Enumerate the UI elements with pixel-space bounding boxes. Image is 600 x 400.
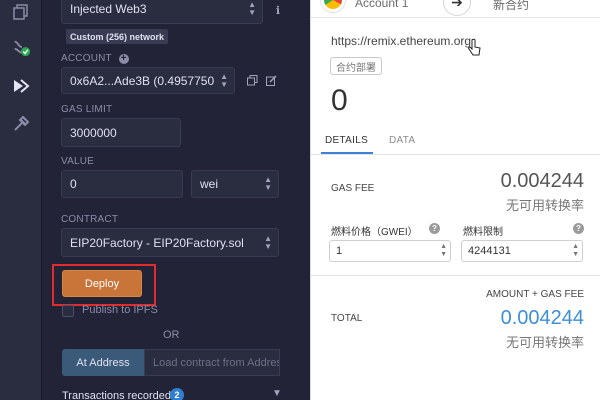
chevron-updown-icon: ▲ ▼ <box>248 0 256 17</box>
publish-ipfs-label: Publish to IPFS <box>82 304 158 316</box>
amount-gas-fee-label: AMOUNT + GAS FEE <box>486 289 584 300</box>
load-contract-address-input[interactable]: Load contract from Address <box>144 349 280 376</box>
stepper-icon[interactable]: ▲ ▼ <box>440 243 447 259</box>
help-icon[interactable]: ? <box>429 223 440 234</box>
contract-deploy-tag: 合约部署 <box>330 57 382 75</box>
deploy-run-icon[interactable] <box>11 76 31 96</box>
chevron-updown-icon: ▲ ▼ <box>220 71 228 89</box>
environment-select[interactable]: Injected Web3 ▲ ▼ <box>61 0 263 24</box>
value-unit-select[interactable]: wei ▲ ▼ <box>191 170 279 198</box>
icon-rail <box>0 0 42 400</box>
contract-select[interactable]: EIP20Factory - EIP20Factory.sol ▲ ▼ <box>61 228 279 257</box>
gas-limit-input[interactable]: 3000000 <box>61 118 181 147</box>
environment-value: Injected Web3 <box>70 2 147 16</box>
at-address-button[interactable]: At Address <box>62 349 144 376</box>
edit-icon[interactable] <box>264 73 278 87</box>
account-avatar-icon <box>321 0 345 12</box>
account-value: 0x6A2...Ade3B (0.4957750 <box>70 73 215 88</box>
file-explorer-icon[interactable] <box>11 2 31 22</box>
deploy-button[interactable]: Deploy <box>62 270 142 297</box>
total-conversion: 无可用转换率 <box>505 335 584 350</box>
debug-plugin-icon[interactable] <box>11 114 31 134</box>
add-account-icon[interactable]: + <box>118 54 129 64</box>
value-input[interactable]: 0 <box>61 170 183 198</box>
account-name: Account 1 <box>355 0 409 10</box>
gas-price-value: 1 <box>336 245 343 257</box>
arrow-right-icon: ➔ <box>443 0 471 16</box>
or-separator: OR <box>163 329 180 341</box>
transactions-count-badge: 2 <box>170 388 184 400</box>
gas-limit-input[interactable]: 4244131 ▲ ▼ <box>461 240 583 262</box>
gas-limit-label: 燃料限制 <box>463 227 503 238</box>
deploy-run-panel: Injected Web3 ▲ ▼ ℹ Custom (256) network … <box>42 0 310 400</box>
gas-fee-conversion: 无可用转换率 <box>505 198 584 213</box>
details-data-tabs: DETAILS DATA <box>311 127 600 155</box>
chevron-updown-icon: ▲ ▼ <box>264 233 272 251</box>
contract-label: CONTRACT <box>61 214 119 225</box>
total-label: TOTAL <box>331 313 363 324</box>
value-unit: wei <box>200 177 219 191</box>
metamask-confirm-popup: Account 1 ➔ 新合约 https://remix.ethereum.o… <box>310 0 600 400</box>
help-icon[interactable]: ? <box>573 223 584 234</box>
total-value: 0.004244 <box>500 307 584 329</box>
metamask-header: Account 1 ➔ 新合约 <box>311 0 600 18</box>
transaction-amount: 0 <box>331 84 348 117</box>
gas-price-label: 燃料价格（GWEI） <box>331 227 418 238</box>
origin-url: https://remix.ethereum.org <box>331 34 472 48</box>
gas-limit-label: GAS LIMIT <box>61 104 113 115</box>
gas-fee-value: 0.004244 <box>500 170 584 192</box>
contract-value: EIP20Factory - EIP20Factory.sol <box>70 235 244 250</box>
copy-icon[interactable] <box>245 73 259 87</box>
stepper-icon[interactable]: ▲ ▼ <box>572 243 579 259</box>
account-label: ACCOUNT <box>61 53 112 64</box>
publish-ipfs-checkbox[interactable] <box>62 305 74 317</box>
gas-fee-label: GAS FEE <box>331 183 375 194</box>
new-contract-label: 新合约 <box>493 0 530 12</box>
chevron-down-icon[interactable]: ▼ <box>272 388 282 399</box>
tab-data[interactable]: DATA <box>389 135 415 146</box>
gas-price-input[interactable]: 1 ▲ ▼ <box>329 240 451 262</box>
value-label: VALUE <box>61 156 95 167</box>
divider <box>311 275 600 276</box>
active-tab-underline <box>321 152 373 154</box>
gas-limit-value: 4244131 <box>468 245 511 257</box>
transactions-recorded-label[interactable]: Transactions recorded <box>62 390 171 400</box>
hand-cursor-icon <box>468 38 481 56</box>
account-select[interactable]: 0x6A2...Ade3B (0.4957750 ▲ ▼ <box>61 67 235 94</box>
info-icon[interactable]: ℹ <box>271 3 285 17</box>
tab-details[interactable]: DETAILS <box>325 135 368 146</box>
network-badge: Custom (256) network <box>66 29 169 44</box>
compile-icon[interactable] <box>11 38 31 58</box>
chevron-updown-icon: ▲ ▼ <box>264 175 272 192</box>
